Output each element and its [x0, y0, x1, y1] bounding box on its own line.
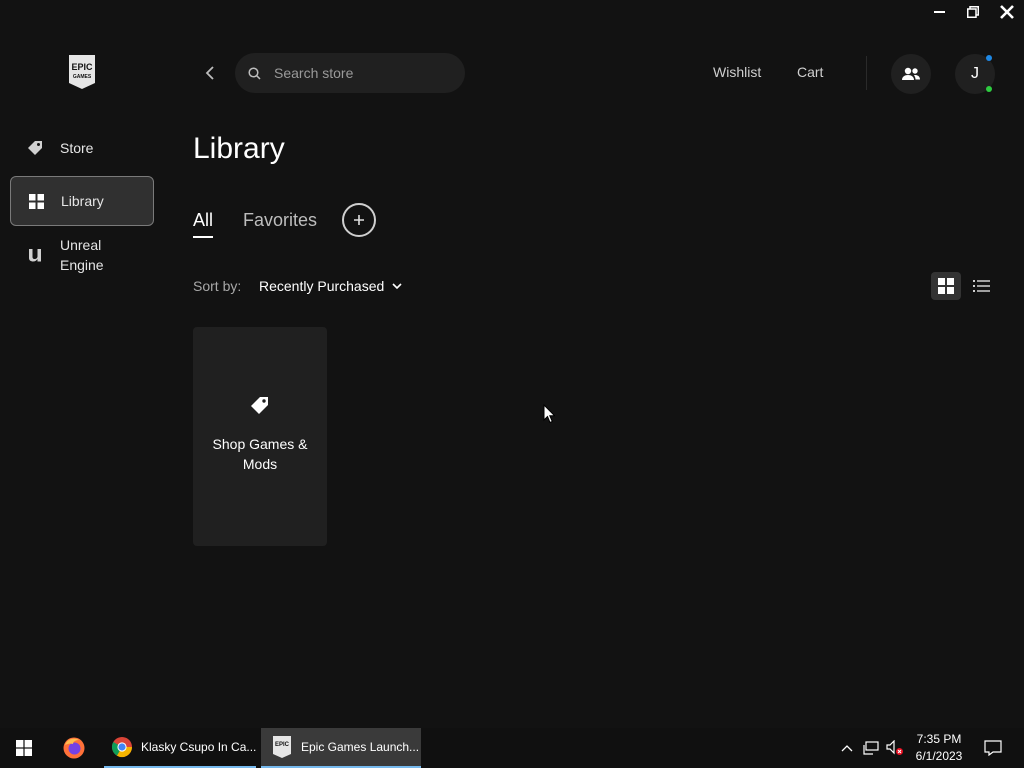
clock-date: 6/1/2023 — [915, 749, 963, 763]
sidebar-item-library[interactable]: Library — [10, 176, 154, 226]
epic-games-logo[interactable]: EPIC GAMES — [67, 55, 97, 89]
minimize-icon — [933, 11, 945, 13]
sidebar-item-label: Store — [60, 140, 94, 156]
taskbar-clock[interactable]: 7:35 PM 6/1/2023 — [908, 731, 970, 765]
sidebar-item-label: Library — [61, 193, 104, 209]
close-icon — [1000, 5, 1014, 19]
search-input[interactable] — [274, 65, 444, 81]
tab-favorites[interactable]: Favorites — [243, 210, 317, 231]
wishlist-link[interactable]: Wishlist — [713, 64, 761, 80]
back-button[interactable] — [200, 63, 220, 83]
friends-button[interactable] — [891, 54, 931, 94]
taskbar: Klasky Csupo In Ca... EPIC Epic Games La… — [0, 728, 1024, 768]
add-collection-button[interactable] — [342, 203, 376, 237]
sort-dropdown[interactable]: Recently Purchased — [259, 278, 402, 294]
sidebar-item-unreal-engine[interactable]: Unreal Engine — [10, 232, 154, 278]
clock-time: 7:35 PM — [916, 732, 962, 746]
chevron-down-icon — [392, 282, 402, 289]
taskbar-app-label: Klasky Csupo In Ca... — [141, 740, 256, 754]
epic-games-taskbar-button[interactable]: EPIC Epic Games Launch... — [261, 728, 421, 768]
shop-games-card[interactable]: Shop Games & Mods — [193, 327, 327, 546]
network-icon — [863, 741, 879, 755]
chevron-up-icon — [841, 745, 853, 752]
svg-text:EPIC: EPIC — [71, 62, 93, 72]
list-view-button[interactable] — [967, 272, 995, 300]
chrome-icon — [111, 737, 133, 758]
start-button[interactable] — [0, 728, 48, 768]
volume-muted-icon — [886, 740, 903, 755]
tab-all[interactable]: All — [193, 210, 214, 238]
tag-icon — [26, 139, 44, 157]
notification-icon — [984, 740, 1002, 756]
card-label: Shop Games & Mods — [212, 436, 308, 472]
page-title: Library — [193, 132, 285, 165]
avatar-initial: J — [971, 65, 979, 82]
restore-icon — [967, 6, 979, 18]
grid-icon — [27, 192, 45, 210]
sidebar-item-store[interactable]: Store — [10, 128, 154, 168]
minimize-button[interactable] — [922, 0, 956, 24]
grid-icon — [938, 278, 954, 294]
unreal-icon — [26, 246, 44, 264]
sidebar-item-label: Unreal Engine — [60, 237, 104, 273]
volume-tray-button[interactable] — [885, 728, 905, 768]
window-controls — [922, 0, 1024, 24]
close-button[interactable] — [990, 0, 1024, 24]
online-status-dot — [986, 86, 992, 92]
grid-view-button[interactable] — [931, 272, 961, 300]
tag-icon — [251, 397, 268, 414]
mouse-cursor-icon — [543, 404, 555, 424]
header-divider — [866, 56, 867, 90]
firefox-taskbar-button[interactable] — [52, 728, 96, 768]
windows-icon — [16, 740, 32, 756]
sidebar: EPIC GAMES Store Library Unreal Engine — [0, 0, 164, 728]
show-hidden-icons-button[interactable] — [838, 728, 856, 768]
svg-text:GAMES: GAMES — [73, 74, 92, 80]
svg-text:EPIC: EPIC — [275, 742, 290, 748]
epic-icon: EPIC — [273, 736, 291, 758]
firefox-icon — [63, 737, 85, 759]
cart-link[interactable]: Cart — [797, 64, 823, 80]
sort-value: Recently Purchased — [259, 278, 385, 294]
friends-icon — [902, 67, 920, 80]
search-icon — [248, 66, 261, 80]
search-bar[interactable] — [235, 53, 465, 93]
network-tray-button[interactable] — [862, 728, 880, 768]
plus-icon — [354, 215, 364, 225]
chevron-left-icon — [205, 66, 214, 80]
notification-dot — [986, 55, 992, 61]
list-icon — [972, 280, 990, 292]
action-center-button[interactable] — [978, 728, 1008, 768]
sort-label: Sort by: — [193, 278, 242, 294]
chrome-taskbar-button[interactable]: Klasky Csupo In Ca... — [104, 728, 256, 768]
restore-button[interactable] — [956, 0, 990, 24]
taskbar-app-label: Epic Games Launch... — [301, 740, 420, 754]
